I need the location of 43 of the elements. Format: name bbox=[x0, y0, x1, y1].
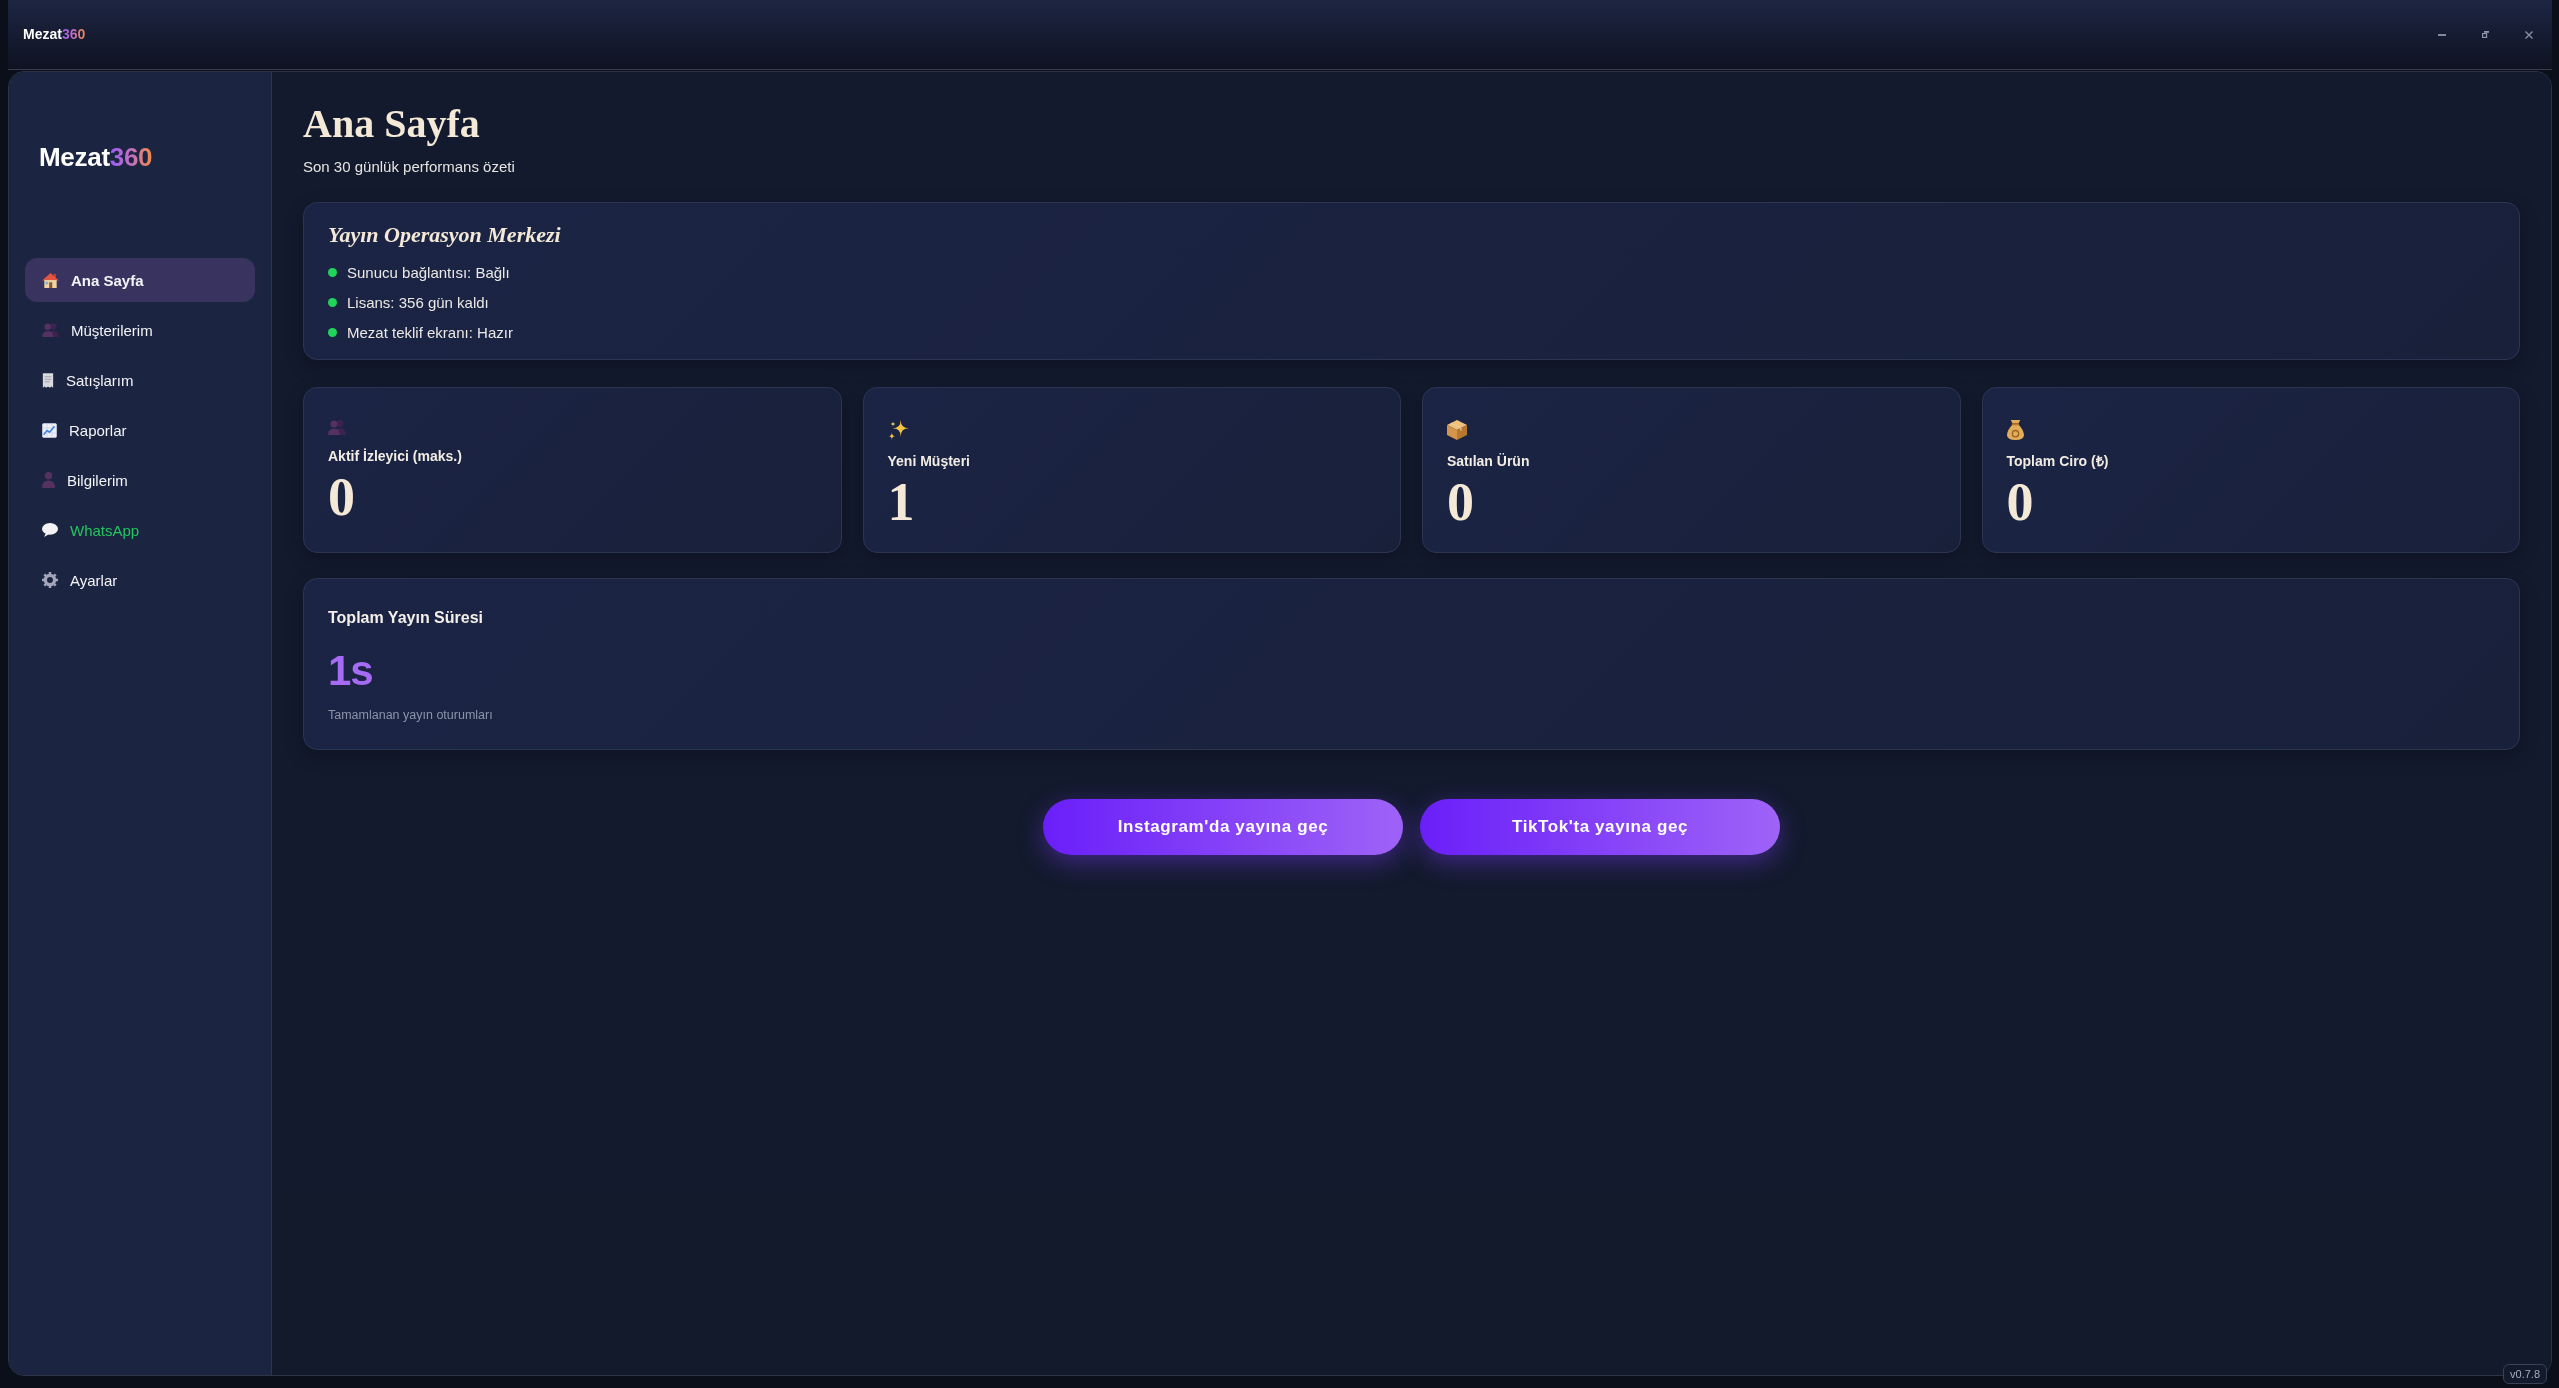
nav-item[interactable]: Müşterilerim bbox=[25, 308, 255, 352]
status-text: Mezat teklif ekranı: Hazır bbox=[347, 323, 513, 341]
panel-title: Yayın Operasyon Merkezi bbox=[328, 221, 562, 249]
go-live-button[interactable]: Instagram'da yayına geç bbox=[1043, 799, 1403, 855]
panel-title: Toplam Yayın Süresi bbox=[328, 608, 484, 628]
stat-value: 1 bbox=[887, 472, 915, 532]
page-subtitle: Son 30 günlük performans özeti bbox=[303, 158, 516, 176]
minimize-icon[interactable] bbox=[2438, 33, 2446, 36]
receipt-icon bbox=[42, 372, 54, 388]
people-icon bbox=[42, 323, 59, 337]
nav-item[interactable]: WhatsApp bbox=[25, 508, 255, 552]
nav-item[interactable]: Raporlar bbox=[25, 408, 255, 452]
settings-icon bbox=[42, 572, 58, 588]
money-bag-icon bbox=[2006, 420, 2024, 440]
close-icon[interactable] bbox=[2525, 30, 2533, 39]
stat-value: 0 bbox=[1447, 472, 1474, 532]
person-icon bbox=[42, 472, 55, 488]
house-icon bbox=[42, 272, 59, 288]
duration-value: 1s bbox=[328, 649, 373, 693]
people-icon bbox=[328, 420, 346, 435]
nav-item[interactable]: Ayarlar bbox=[25, 558, 255, 602]
nav-item[interactable]: Satışlarım bbox=[25, 358, 255, 402]
version-badge: v0.7.8 bbox=[2503, 1364, 2547, 1384]
stat-label: Toplam Ciro (₺) bbox=[2006, 452, 2109, 470]
restore-icon[interactable] bbox=[2482, 31, 2489, 38]
page-title: Ana Sayfa bbox=[303, 100, 481, 148]
nav-item[interactable]: Bilgilerim bbox=[25, 458, 255, 502]
stat-label: Yeni Müşteri bbox=[887, 452, 970, 470]
stat-value: 0 bbox=[328, 467, 355, 527]
stat-label: Aktif İzleyici (maks.) bbox=[328, 447, 462, 465]
duration-caption: Tamamlanan yayın oturumları bbox=[328, 707, 493, 723]
window-title: Mezat360 bbox=[23, 26, 86, 43]
sparkles-icon bbox=[887, 420, 909, 440]
nav-item[interactable]: Ana Sayfa bbox=[25, 258, 255, 302]
app-logo: Mezat360 bbox=[38, 142, 154, 173]
status-text: Sunucu bağlantısı: Bağlı bbox=[347, 263, 510, 281]
go-live-button[interactable]: TikTok'ta yayına geç bbox=[1420, 799, 1780, 855]
box-icon bbox=[1447, 420, 1467, 440]
stat-label: Satılan Ürün bbox=[1447, 452, 1530, 470]
line-chart-icon bbox=[42, 422, 57, 438]
speech-bubble-icon bbox=[42, 523, 58, 537]
status-text: Lisans: 356 gün kaldı bbox=[347, 293, 489, 311]
stat-value: 0 bbox=[2006, 472, 2034, 532]
